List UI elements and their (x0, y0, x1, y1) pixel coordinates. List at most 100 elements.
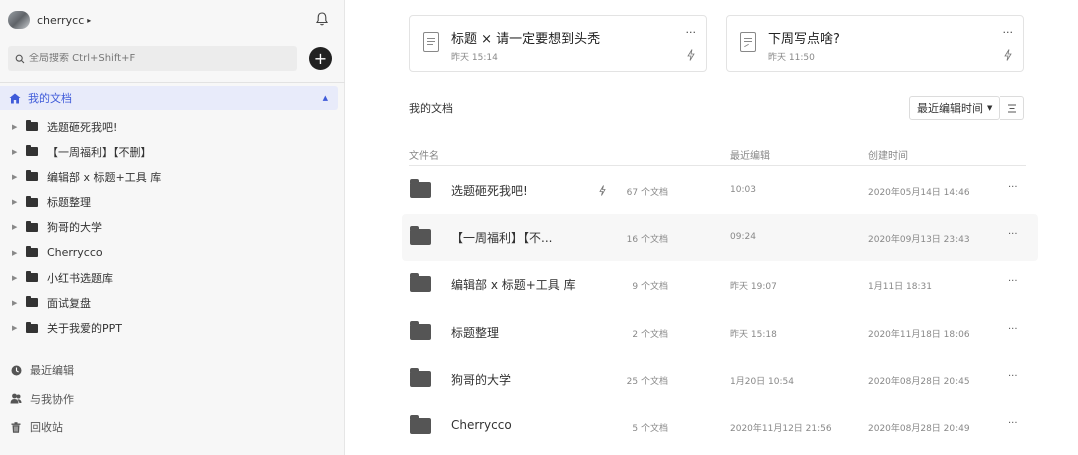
expand-arrow-icon[interactable]: ▶ (12, 249, 26, 257)
folder-icon (410, 320, 431, 340)
table-row[interactable]: 标题整理 2 个文档 昨天 15:18 2020年11月18日 18:06 ··… (402, 309, 1038, 356)
recent-doc-card[interactable]: 下周写点啥? 昨天 11:50 ··· (726, 15, 1024, 72)
row-created-time: 1月11日 18:31 (868, 282, 932, 293)
sidebar: cherrycc ▸ + 我的文档 ▲ ▶ 选题砸死我吧! ▶ 【一周福利】【不删】… (0, 0, 345, 455)
row-doc-count: 2 个文档 (632, 329, 668, 340)
more-icon[interactable]: ··· (686, 26, 697, 39)
more-icon[interactable]: ··· (1008, 324, 1018, 335)
expand-arrow-icon[interactable]: ▶ (12, 123, 26, 131)
expand-arrow-icon[interactable]: ▶ (12, 274, 26, 282)
row-name: Cherrycco (451, 417, 512, 432)
tree-item[interactable]: ▶ 【一周福利】【不删】 (0, 139, 345, 164)
row-edited-time: 昨天 19:07 (730, 282, 777, 293)
bottom-nav: 最近编辑 与我协作 回收站 (0, 356, 345, 442)
row-name: 编辑部 x 标题+工具 库 (451, 278, 576, 293)
tree-item[interactable]: ▶ 标题整理 (0, 190, 345, 215)
search-input[interactable] (29, 53, 289, 64)
tree-item-label: 狗哥的大学 (47, 221, 102, 235)
tree-item[interactable]: ▶ 关于我爱的PPT (0, 316, 345, 341)
row-doc-count: 25 个文档 (626, 376, 668, 387)
more-icon[interactable]: ··· (1008, 182, 1018, 193)
folder-icon (26, 120, 38, 132)
add-button[interactable]: + (309, 47, 332, 70)
card-title: 标题 × 请一定要想到头秃 (451, 32, 601, 47)
sidebar-item-shared[interactable]: 与我协作 (0, 385, 345, 414)
tree-item[interactable]: ▶ 面试复盘 (0, 290, 345, 315)
row-doc-count: 67 个文档 (626, 188, 668, 198)
folder-icon (26, 195, 38, 207)
file-table: 选题砸死我吧! 67 个文档 10:03 2020年05月14日 14:46 ·… (402, 167, 1038, 450)
card-title: 下周写点啥? (768, 32, 840, 47)
expand-arrow-icon[interactable]: ▶ (12, 299, 26, 307)
more-icon[interactable]: ··· (1008, 229, 1018, 240)
more-icon[interactable]: ··· (1008, 276, 1018, 287)
user-menu[interactable]: cherrycc ▸ (8, 10, 91, 30)
row-created-time: 2020年05月14日 14:46 (868, 188, 970, 198)
row-created-time: 2020年08月28日 20:49 (868, 423, 970, 434)
plus-icon: + (313, 48, 328, 68)
row-name: 选题砸死我吧! (451, 184, 528, 198)
row-name: 【一周福利】【不... (451, 231, 553, 246)
sidebar-item-label: 我的文档 (28, 92, 72, 105)
folder-icon (26, 271, 38, 283)
collapse-caret-icon[interactable]: ▲ (323, 94, 328, 102)
expand-arrow-icon[interactable]: ▶ (12, 324, 26, 332)
row-doc-count: 5 个文档 (632, 423, 668, 434)
more-icon[interactable]: ··· (1008, 418, 1018, 429)
tree-item-label: 面试复盘 (47, 296, 91, 310)
column-header-created[interactable]: 创建时间 (868, 147, 908, 162)
tree-item-label: 小红书选题库 (47, 271, 113, 285)
column-header-edited[interactable]: 最近编辑 (730, 147, 770, 162)
row-edited-time: 09:24 (730, 232, 756, 243)
sidebar-item-label: 回收站 (30, 421, 63, 435)
folder-icon (410, 226, 431, 246)
folder-icon (26, 296, 38, 308)
row-created-time: 2020年09月13日 23:43 (868, 235, 970, 246)
bolt-icon (687, 49, 695, 61)
folder-icon (26, 246, 38, 258)
more-icon[interactable]: ··· (1003, 26, 1014, 39)
recent-doc-card[interactable]: 标题 × 请一定要想到头秃 昨天 15:14 ··· (409, 15, 707, 72)
tree-item-label: Cherrycco (47, 246, 103, 260)
expand-arrow-icon[interactable]: ▶ (12, 223, 26, 231)
column-header-name[interactable]: 文件名 (409, 147, 439, 162)
tree-item-label: 关于我爱的PPT (47, 322, 122, 336)
card-time: 昨天 15:14 (451, 53, 498, 63)
folder-tree: ▶ 选题砸死我吧! ▶ 【一周福利】【不删】 ▶ 编辑部 x 标题+工具 库 ▶ 标题整… (0, 114, 345, 341)
table-row[interactable]: 【一周福利】【不... 16 个文档 09:24 2020年09月13日 23:… (402, 214, 1038, 262)
sidebar-item-recent[interactable]: 最近编辑 (0, 356, 345, 385)
table-row[interactable]: 选题砸死我吧! 67 个文档 10:03 2020年05月14日 14:46 ·… (402, 167, 1038, 214)
table-row[interactable]: Cherrycco 5 个文档 2020年11月12日 21:56 2020年0… (402, 403, 1038, 450)
folder-icon (410, 414, 431, 434)
sort-dropdown[interactable]: 最近编辑时间 ▼ (909, 96, 1000, 120)
tree-item[interactable]: ▶ 编辑部 x 标题+工具 库 (0, 164, 345, 189)
tree-item[interactable]: ▶ 选题砸死我吧! (0, 114, 345, 139)
view-toggle-button[interactable] (1000, 96, 1024, 120)
sidebar-divider (0, 82, 345, 83)
table-row[interactable]: 编辑部 x 标题+工具 库 9 个文档 昨天 19:07 1月11日 18:31… (402, 261, 1038, 308)
expand-arrow-icon[interactable]: ▶ (12, 148, 26, 156)
sidebar-item-label: 最近编辑 (30, 364, 74, 378)
sidebar-item-my-docs[interactable]: 我的文档 ▲ (0, 86, 338, 110)
sidebar-item-label: 与我协作 (30, 392, 74, 406)
sidebar-item-trash[interactable]: 回收站 (0, 413, 345, 442)
tree-item[interactable]: ▶ 小红书选题库 (0, 265, 345, 290)
bell-icon[interactable] (314, 11, 330, 27)
tree-item[interactable]: ▶ 狗哥的大学 (0, 215, 345, 240)
expand-arrow-icon[interactable]: ▶ (12, 198, 26, 206)
tree-item[interactable]: ▶ Cherrycco (0, 240, 345, 265)
trash-icon (10, 421, 22, 433)
people-icon (10, 393, 22, 405)
row-created-time: 2020年11月18日 18:06 (868, 329, 970, 340)
folder-icon (410, 367, 431, 387)
card-time: 昨天 11:50 (768, 53, 815, 63)
tree-item-label: 【一周福利】【不删】 (47, 145, 152, 159)
expand-arrow-icon[interactable]: ▶ (12, 173, 26, 181)
search-box[interactable] (8, 46, 297, 71)
tree-item-label: 编辑部 x 标题+工具 库 (47, 170, 162, 184)
row-name: 狗哥的大学 (451, 372, 512, 387)
more-icon[interactable]: ··· (1008, 371, 1018, 382)
chevron-down-icon: ▼ (987, 104, 993, 112)
avatar[interactable] (8, 11, 30, 29)
table-row[interactable]: 狗哥的大学 25 个文档 1月20日 10:54 2020年08月28日 20:… (402, 356, 1038, 403)
